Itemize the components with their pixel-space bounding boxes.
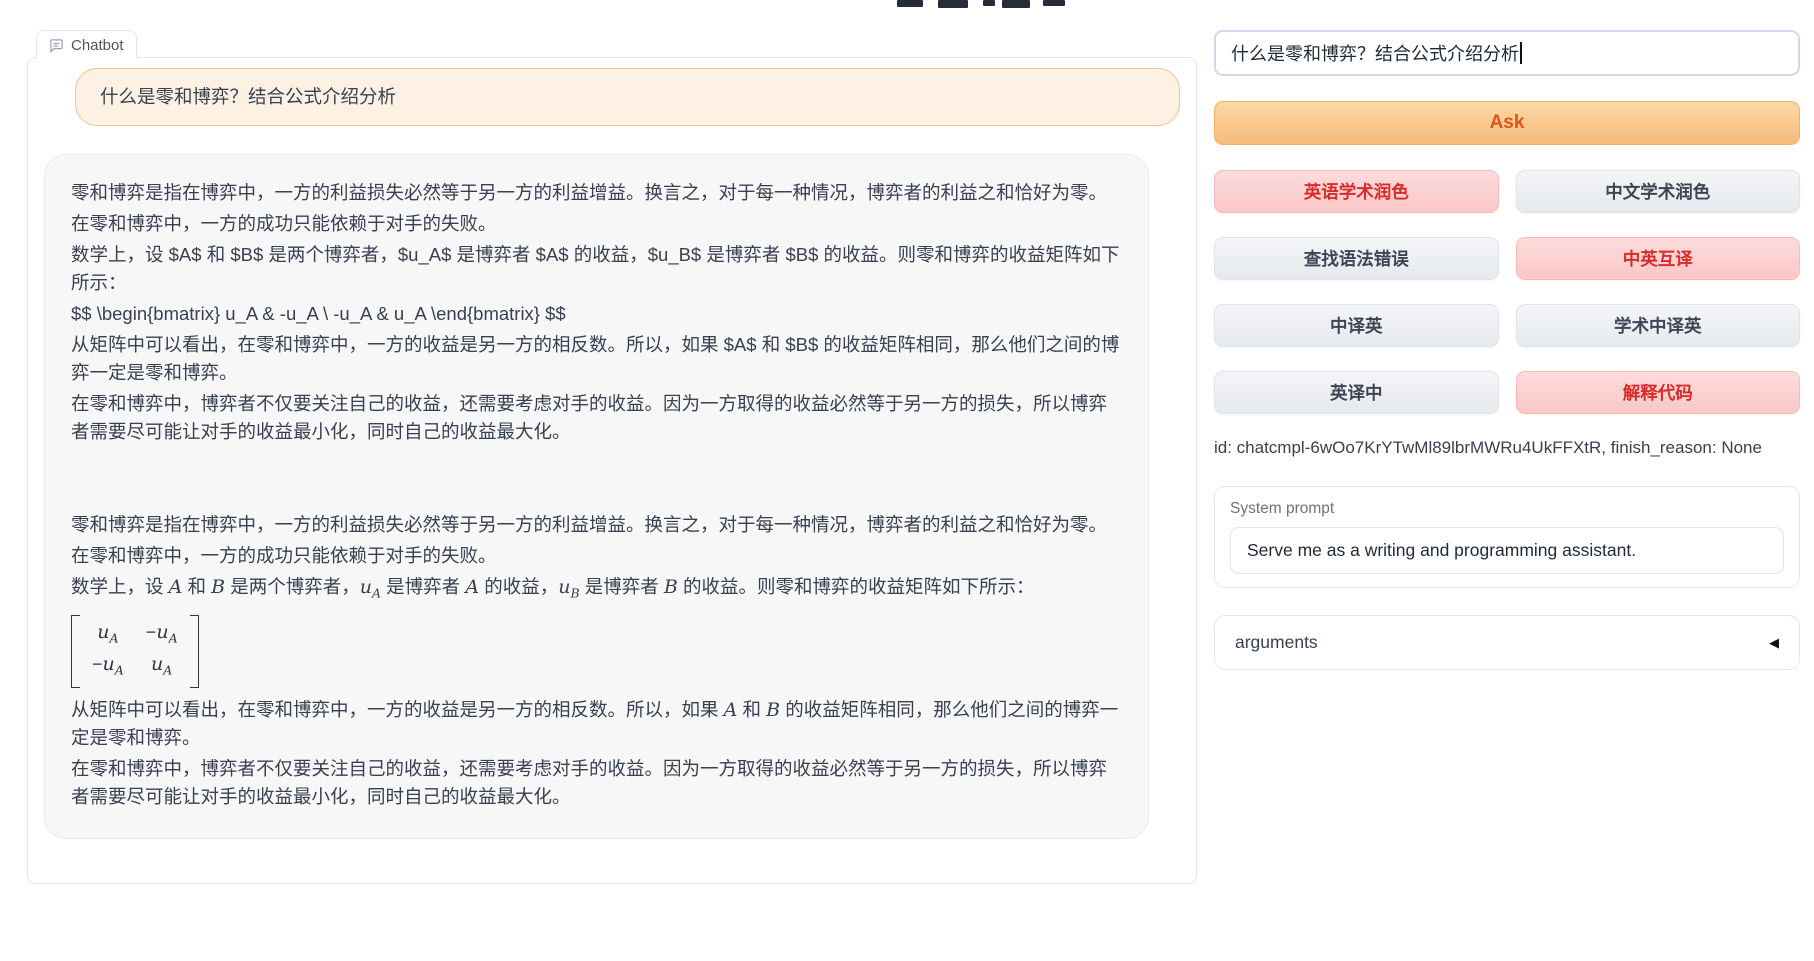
app-canvas: Chatbot 什么是零和博弈？结合公式介绍分析 零和博弈是指在博弈中，一方的利… <box>0 0 1814 961</box>
system-prompt-panel: System prompt Serve me as a writing and … <box>1214 486 1800 588</box>
text-cursor <box>1520 42 1522 64</box>
function-button[interactable]: 学术中译英 <box>1516 304 1801 347</box>
ask-button[interactable]: Ask <box>1214 101 1800 145</box>
bot-raw-paragraph: 零和博弈是指在博弈中，一方的利益损失必然等于另一方的利益增益。换言之，对于每一种… <box>71 179 1122 207</box>
chatbot-label: Chatbot <box>71 37 124 54</box>
accordion-label: arguments <box>1235 632 1318 653</box>
matrix-cell: −uA <box>146 619 178 652</box>
math-var: B <box>211 576 225 598</box>
message-gap <box>71 449 1122 511</box>
bot-rendered-paragraph: 零和博弈是指在博弈中，一方的利益损失必然等于另一方的利益增益。换言之，对于每一种… <box>71 511 1122 539</box>
bot-raw-paragraph: 在零和博弈中，博弈者不仅要关注自己的收益，还需要考虑对手的收益。因为一方取得的收… <box>71 390 1122 446</box>
user-message-text: 什么是零和博弈？结合公式介绍分析 <box>100 86 396 107</box>
bot-raw-paragraph: 从矩阵中可以看出，在零和博弈中，一方的收益是另一方的相反数。所以，如果 $A$ … <box>71 331 1122 387</box>
system-prompt-label: System prompt <box>1230 500 1784 518</box>
function-button-grid: 英语学术润色中文学术润色查找语法错误中英互译中译英学术中译英英译中解释代码 <box>1214 170 1800 414</box>
matrix-cell: −uA <box>92 651 124 684</box>
function-button[interactable]: 查找语法错误 <box>1214 237 1499 280</box>
bot-raw-block: 零和博弈是指在博弈中，一方的利益损失必然等于另一方的利益增益。换言之，对于每一种… <box>71 179 1122 446</box>
chatbot-label-tab: Chatbot <box>36 30 137 59</box>
math-var: B <box>664 576 678 598</box>
function-button[interactable]: 英译中 <box>1214 371 1499 414</box>
bot-raw-paragraph: 在零和博弈中，一方的成功只能依赖于对手的失败。 <box>71 210 1122 238</box>
matrix-right-bracket <box>190 615 199 688</box>
math-var: A <box>465 576 479 598</box>
payoff-matrix: uA −uA −uA uA <box>71 615 199 688</box>
bot-raw-paragraph: $$ \begin{bmatrix} u_A & -u_A \ -u_A & u… <box>71 300 1122 328</box>
status-line: id: chatcmpl-6wOo7KrYTwMl89lbrMWRu4UkFFX… <box>1214 438 1800 458</box>
bot-raw-paragraph: 数学上，设 $A$ 和 $B$ 是两个博弈者，$u_A$ 是博弈者 $A$ 的收… <box>71 241 1122 297</box>
collapse-triangle-icon: ◀ <box>1769 635 1779 651</box>
system-prompt-value: Serve me as a writing and programming as… <box>1247 540 1636 560</box>
matrix-left-bracket <box>71 615 80 688</box>
function-button[interactable]: 中英互译 <box>1516 237 1801 280</box>
math-var: A <box>724 699 738 721</box>
chat-message-list: 什么是零和博弈？结合公式介绍分析 零和博弈是指在博弈中，一方的利益损失必然等于另… <box>28 58 1196 883</box>
math-var: A <box>169 576 183 598</box>
math-var: u <box>558 576 570 598</box>
math-var: u <box>360 576 372 598</box>
question-input[interactable]: 什么是零和博弈？结合公式介绍分析 <box>1214 30 1800 76</box>
function-button[interactable]: 中译英 <box>1214 304 1499 347</box>
user-message-bubble: 什么是零和博弈？结合公式介绍分析 <box>75 68 1180 126</box>
arguments-accordion[interactable]: arguments ◀ <box>1214 615 1800 670</box>
bot-rendered-math-line: 数学上，设 A 和 B 是两个博弈者，uA 是博弈者 A 的收益，uB 是博弈者… <box>71 573 1122 608</box>
math-var: B <box>766 699 780 721</box>
bot-rendered-paragraph: 在零和博弈中，博弈者不仅要关注自己的收益，还需要考虑对手的收益。因为一方取得的收… <box>71 755 1122 811</box>
question-input-value: 什么是零和博弈？结合公式介绍分析 <box>1231 40 1519 66</box>
function-button[interactable]: 英语学术润色 <box>1214 170 1499 213</box>
bot-message-bubble: 零和博弈是指在博弈中，一方的利益损失必然等于另一方的利益增益。换言之，对于每一种… <box>44 154 1149 839</box>
chatbot-panel: Chatbot 什么是零和博弈？结合公式介绍分析 零和博弈是指在博弈中，一方的利… <box>27 57 1197 884</box>
control-panel: 什么是零和博弈？结合公式介绍分析 Ask 英语学术润色中文学术润色查找语法错误中… <box>1214 30 1800 670</box>
matrix-cell: uA <box>97 619 118 652</box>
function-button[interactable]: 中文学术润色 <box>1516 170 1801 213</box>
bot-rendered-paragraph: 从矩阵中可以看出，在零和博弈中，一方的收益是另一方的相反数。所以，如果 A 和 … <box>71 696 1122 752</box>
matrix-cell: uA <box>151 651 172 684</box>
function-button[interactable]: 解释代码 <box>1516 371 1801 414</box>
bot-rendered-block: 零和博弈是指在博弈中，一方的利益损失必然等于另一方的利益增益。换言之，对于每一种… <box>71 511 1122 811</box>
system-prompt-input[interactable]: Serve me as a writing and programming as… <box>1230 527 1784 574</box>
chat-bubble-icon <box>49 38 64 53</box>
bot-rendered-paragraph: 在零和博弈中，一方的成功只能依赖于对手的失败。 <box>71 542 1122 570</box>
